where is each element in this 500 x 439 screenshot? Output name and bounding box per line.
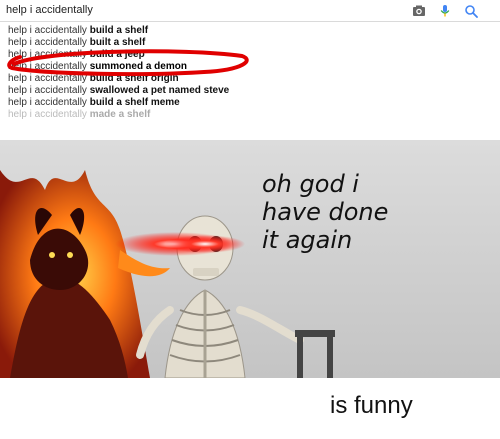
bottom-caption: is funny [330,392,413,419]
suggestion-prefix: help i accidentally [8,109,90,120]
suggestion-item[interactable]: help i accidentally made a shelf [8,109,229,121]
search-bar[interactable]: help i accidentally [0,0,500,22]
suggestion-completion: build a shelf meme [89,97,180,108]
suggestion-prefix: help i accidentally [8,73,90,84]
meme-image [0,140,500,378]
suggestion-item[interactable]: help i accidentally build a shelf origin [8,73,229,85]
suggestion-completion: swallowed a pet named steve [89,85,230,96]
meme-illustration [0,140,500,378]
microphone-icon[interactable] [438,4,452,18]
suggestion-prefix: help i accidentally [8,37,90,48]
suggestion-completion: built a shelf [89,37,146,48]
camera-icon[interactable] [412,4,426,18]
suggestion-prefix: help i accidentally [8,49,90,60]
search-query[interactable]: help i accidentally [6,4,93,16]
suggestion-completion: made a shelf [89,109,151,120]
meme-caption: oh god i have done it again [262,170,389,254]
search-icon[interactable] [464,4,478,18]
suggestion-prefix: help i accidentally [8,85,90,96]
suggestion-completion: build a shelf [89,25,149,36]
suggestion-completion: build a shelf origin [89,73,179,84]
suggestion-item[interactable]: help i accidentally build a jeep [8,49,229,61]
search-icons [412,3,478,19]
suggestion-prefix: help i accidentally [8,25,90,36]
suggestion-item[interactable]: help i accidentally build a shelf [8,25,229,37]
suggestion-prefix: help i accidentally [8,97,90,108]
suggestion-completion: summoned a demon [89,61,187,72]
suggestion-item[interactable]: help i accidentally summoned a demon [8,61,229,73]
suggestion-item[interactable]: help i accidentally build a shelf meme [8,97,229,109]
suggestion-item[interactable]: help i accidentally swallowed a pet name… [8,85,229,97]
suggestion-item[interactable]: help i accidentally built a shelf [8,37,229,49]
suggestion-completion: build a jeep [89,49,145,60]
suggestion-prefix: help i accidentally [8,61,90,72]
suggestion-list: help i accidentally build a shelf help i … [8,25,229,121]
suggestions-dropdown: help i accidentally build a shelf help i … [0,22,500,146]
